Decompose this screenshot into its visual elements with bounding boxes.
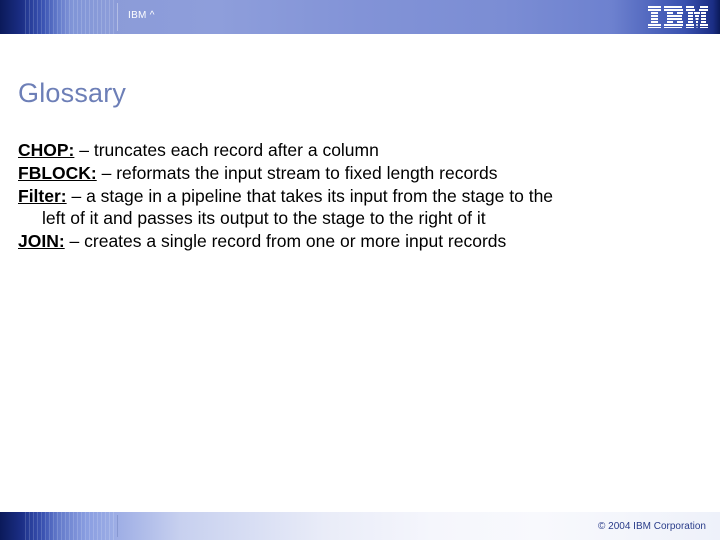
copyright-text: © 2004 IBM Corporation	[598, 521, 706, 532]
slide: IBM ^ Glossary	[0, 0, 720, 540]
glossary-entry: Filter: – a stage in a pipeline that tak…	[18, 186, 702, 230]
footer-divider	[117, 515, 118, 537]
glossary-entry: CHOP: – truncates each record after a co…	[18, 140, 702, 162]
header-divider	[117, 3, 118, 31]
glossary-term: JOIN:	[18, 231, 65, 251]
glossary-entry: JOIN: – creates a single record from one…	[18, 231, 702, 253]
glossary-definition: – truncates each record after a column	[74, 140, 378, 160]
glossary-term: FBLOCK:	[18, 163, 97, 183]
ibm-logo-icon	[648, 6, 708, 28]
glossary-definition: – creates a single record from one or mo…	[65, 231, 507, 251]
glossary-term: Filter:	[18, 186, 67, 206]
footer-bar: © 2004 IBM Corporation	[0, 512, 720, 540]
glossary-definition: – a stage in a pipeline that takes its i…	[67, 186, 553, 206]
glossary-definition: – reformats the input stream to fixed le…	[97, 163, 498, 183]
header-label: IBM ^	[128, 10, 155, 21]
glossary-entry: FBLOCK: – reformats the input stream to …	[18, 163, 702, 185]
glossary-list: CHOP: – truncates each record after a co…	[18, 140, 702, 253]
header-bar: IBM ^	[0, 0, 720, 34]
glossary-term: CHOP:	[18, 140, 74, 160]
glossary-definition-continued: left of it and passes its output to the …	[18, 208, 702, 230]
page-title: Glossary	[18, 78, 126, 109]
